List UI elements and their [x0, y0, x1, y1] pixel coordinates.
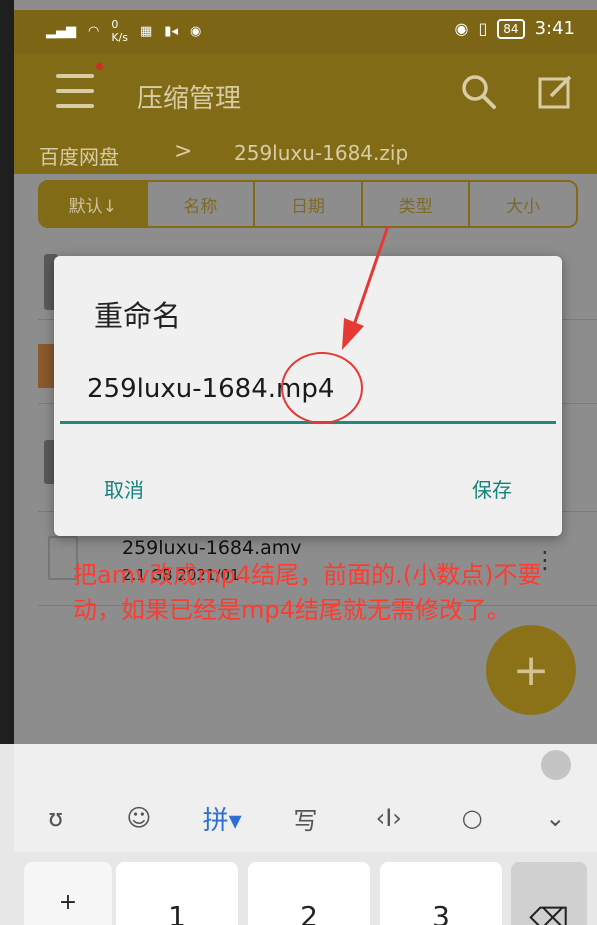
key-1[interactable]: 1: [116, 862, 238, 925]
emoji-icon[interactable]: ☺: [115, 798, 163, 838]
sort-tab-default[interactable]: 默认↓: [40, 182, 148, 226]
net-speed-value: 0: [111, 18, 119, 31]
breadcrumb-current[interactable]: 259luxu-1684.zip: [234, 141, 408, 165]
phone-screen: ▂▄▆ ◠ 0 K/s ▦ ▮◂ ◉ ◉ ▯ 84 3:41 压缩管理 百度网盘…: [0, 0, 597, 925]
sort-tabs: 默认↓ 名称 日期 类型 大小: [38, 180, 578, 228]
person-icon[interactable]: [541, 750, 571, 780]
du-bear-icon[interactable]: ʊ: [32, 798, 80, 838]
search-icon[interactable]: ○: [448, 798, 496, 838]
dialog-title: 重命名: [94, 299, 182, 333]
collapse-icon[interactable]: ⌄: [531, 798, 579, 838]
thumbnail-icon: [38, 344, 54, 388]
save-button[interactable]: 保存: [472, 474, 512, 503]
breadcrumb-root[interactable]: 百度网盘: [39, 141, 119, 170]
sort-tab-type[interactable]: 类型: [363, 182, 471, 226]
keyboard-tools: ʊ ☺ 拼▾ 写 ‹I› ○ ⌄: [14, 794, 597, 842]
handwrite-icon[interactable]: 写: [281, 798, 329, 838]
net-speed: 0 K/s: [111, 18, 128, 44]
annotation-circle: [281, 352, 363, 424]
camera-icon: ▮◂: [164, 23, 178, 39]
app-toolbar: 压缩管理: [14, 54, 597, 134]
page-title: 压缩管理: [137, 84, 242, 114]
sort-tab-name[interactable]: 名称: [148, 182, 256, 226]
cursor-icon[interactable]: ‹I›: [365, 798, 413, 838]
add-fab-button[interactable]: +: [486, 625, 576, 715]
key-3[interactable]: 3: [380, 862, 502, 925]
keyboard-toolbar: ʊ ☺ 拼▾ 写 ‹I› ○ ⌄: [14, 744, 597, 852]
menu-icon[interactable]: [56, 74, 94, 108]
status-left: ▂▄▆ ◠ 0 K/s ▦ ▮◂ ◉: [46, 18, 201, 44]
left-edge: [0, 0, 14, 744]
clock: 3:41: [534, 18, 575, 39]
chevron-right-icon: >: [174, 139, 193, 164]
backspace-icon[interactable]: ⌫: [511, 862, 587, 925]
sort-tab-size[interactable]: 大小: [470, 182, 576, 226]
net-speed-unit: K/s: [111, 31, 128, 44]
keyboard-keys: + 1 2 3 ⌫: [14, 852, 597, 925]
cancel-button[interactable]: 取消: [104, 474, 144, 503]
pinyin-icon[interactable]: 拼▾: [198, 798, 246, 838]
signal-icon: ▂▄▆: [46, 23, 76, 39]
sort-tab-date[interactable]: 日期: [255, 182, 363, 226]
key-2[interactable]: 2: [248, 862, 370, 925]
status-bar: ▂▄▆ ◠ 0 K/s ▦ ▮◂ ◉ ◉ ▯ 84 3:41: [14, 10, 597, 54]
breadcrumb: 百度网盘 > 259luxu-1684.zip: [14, 134, 597, 174]
keyboard-status-icon: ▦: [140, 23, 153, 39]
eye-icon: ◉: [454, 19, 469, 38]
annotation-note: 把amv改成mp4结尾，前面的.(小数点)不要动，如果已经是mp4结尾就无需修改…: [73, 561, 542, 624]
key-plus[interactable]: +: [24, 862, 112, 925]
wifi-icon: ◠: [88, 23, 100, 39]
notification-dot-icon: [96, 63, 103, 70]
edit-icon[interactable]: [537, 74, 573, 110]
file-name: 259luxu-1684.amv: [122, 537, 302, 559]
battery-icon: 84: [497, 18, 525, 39]
mic-icon: ▯: [478, 19, 488, 38]
search-icon[interactable]: [461, 74, 497, 110]
status-right: ◉ ▯ 84 3:41: [455, 18, 575, 39]
location-icon: ◉: [189, 23, 202, 39]
